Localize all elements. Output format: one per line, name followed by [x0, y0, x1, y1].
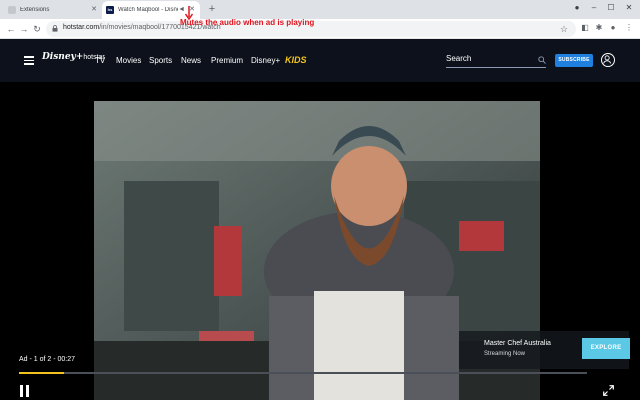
pause-bar-right — [26, 385, 29, 397]
profile-icon[interactable]: ● — [608, 23, 618, 33]
search-input[interactable]: Search — [446, 54, 546, 68]
pause-button[interactable] — [20, 385, 30, 397]
promo-subtitle: Streaming Now — [484, 351, 526, 357]
video-player[interactable]: Ad - 1 of 2 - 00:27 Master Chef Australi… — [0, 82, 640, 400]
search-placeholder: Search — [446, 54, 472, 63]
hotstar-favicon-icon: hs — [106, 6, 114, 14]
nav-kids[interactable]: KIDS — [285, 55, 307, 65]
promo-title: Master Chef Australia — [484, 340, 551, 347]
search-icon[interactable] — [538, 56, 546, 64]
profile-dot-icon[interactable]: ● — [571, 2, 583, 14]
pause-bar-left — [20, 385, 23, 397]
nav-premium[interactable]: Premium — [211, 56, 243, 65]
window-close-icon[interactable]: ✕ — [623, 2, 635, 14]
nav-tv[interactable]: TV — [95, 56, 105, 65]
star-icon[interactable]: ☆ — [560, 23, 568, 35]
progress-bar-fill — [19, 372, 65, 374]
extension-icon[interactable]: ◧ — [580, 23, 590, 33]
nav-movies[interactable]: Movies — [116, 56, 141, 65]
nav-news[interactable]: News — [181, 56, 201, 65]
new-tab-button[interactable]: + — [205, 2, 219, 16]
ad-countdown-label: Ad - 1 of 2 - 00:27 — [19, 356, 76, 363]
logo-main: Disney+ — [42, 52, 84, 62]
forward-icon[interactable]: → — [18, 22, 30, 36]
browser-toolbar: ← → ↻ hotstar.com/in/movies/maqbool/1770… — [0, 19, 640, 39]
puzzle-icon — [8, 6, 16, 14]
explore-button[interactable]: EXPLORE — [582, 338, 630, 359]
menu-icon[interactable]: ⋮ — [624, 23, 634, 33]
back-icon[interactable]: ← — [5, 22, 17, 36]
nav-disney-plus[interactable]: Disney+ — [251, 56, 280, 65]
minimize-icon[interactable]: – — [588, 2, 600, 14]
annotation-text: Mutes the audio when ad is playing — [180, 18, 315, 27]
tab-title: Extensions — [20, 7, 50, 13]
url-host: hotstar.com — [63, 24, 100, 31]
lock-icon — [52, 25, 58, 32]
puzzle-icon[interactable]: ✱ — [594, 23, 604, 33]
site-header: Disney+hotstar TV Movies Sports News Pre… — [0, 40, 640, 82]
maximize-icon[interactable]: ☐ — [605, 2, 617, 14]
reload-icon[interactable]: ↻ — [31, 22, 43, 36]
close-icon[interactable]: ✕ — [90, 6, 98, 14]
subscribe-button[interactable]: SUBSCRIBE — [555, 54, 593, 67]
browser-tab-strip: Extensions ✕ hs Watch Maqbool - Disney+ … — [0, 0, 640, 19]
nav-sports[interactable]: Sports — [149, 56, 172, 65]
tab-title: Watch Maqbool - Disney+ H — [118, 7, 178, 13]
fullscreen-icon[interactable] — [603, 385, 614, 396]
progress-bar[interactable] — [19, 372, 587, 374]
hamburger-menu-icon[interactable] — [24, 56, 34, 65]
user-avatar-icon[interactable] — [601, 53, 615, 67]
tab-extensions[interactable]: Extensions ✕ — [4, 1, 102, 19]
